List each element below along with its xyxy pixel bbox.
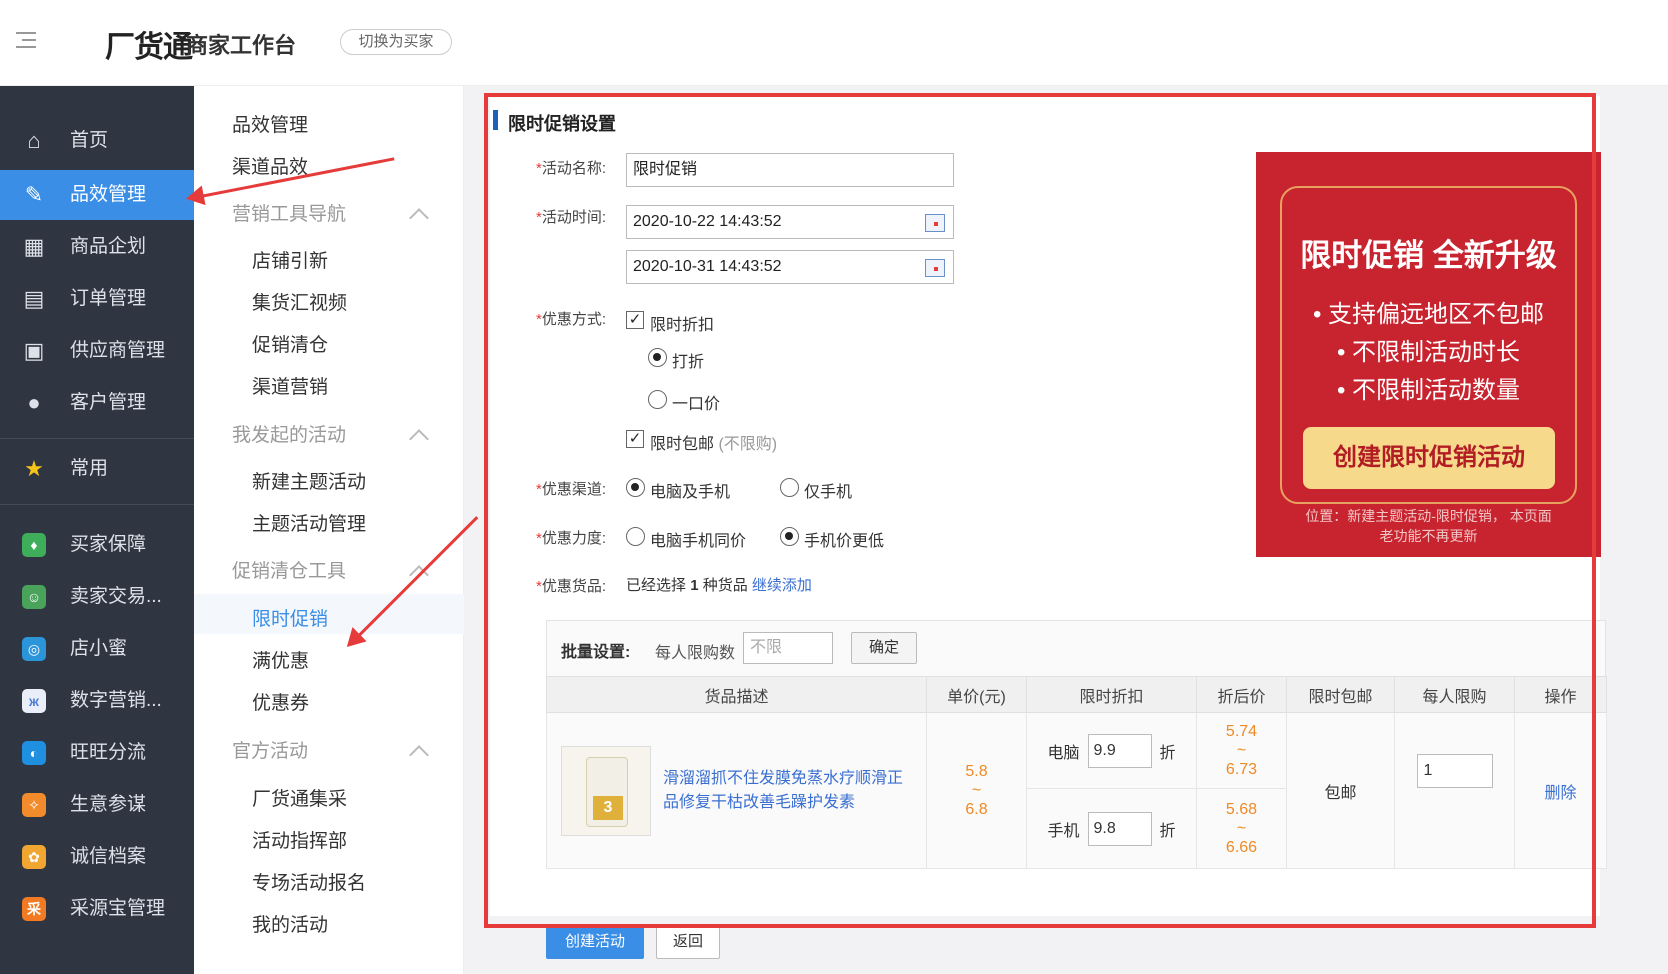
subnav-item-clearance[interactable]: 促销清仓	[252, 330, 328, 357]
switch-to-buyer-button[interactable]: 切换为买家	[340, 29, 452, 55]
brand-logo: 厂货通	[105, 31, 193, 64]
star-icon: ★	[24, 456, 44, 481]
chevron-up-icon[interactable]	[409, 745, 429, 765]
chevron-up-icon[interactable]	[409, 208, 429, 228]
subnav-item-coupon[interactable]: 优惠券	[252, 688, 309, 715]
calendar-icon: ▦	[23, 234, 45, 259]
subnav-item-full-discount[interactable]: 满优惠	[252, 646, 309, 673]
sidebar-item-product-planning[interactable]: ▦ 商品企划	[0, 222, 194, 272]
main-sidebar: ⌂ 首页 ✎ 品效管理 ▦ 商品企划 ▤ 订单管理 ▣ 供应商管理 ● 客户管理 ★ 常用 ♦…	[0, 86, 194, 974]
subnav-item-special-signup[interactable]: 专场活动报名	[252, 868, 366, 895]
subnav-item-command[interactable]: 活动指挥部	[252, 826, 347, 853]
sidebar-item-store-assistant[interactable]: ◎ 店小蜜	[0, 624, 194, 674]
clipboard-icon: ▤	[23, 286, 45, 311]
sidebar-item-customers[interactable]: ● 客户管理	[0, 378, 194, 428]
subnav-item-efficiency[interactable]: 品效管理	[232, 110, 308, 137]
sidebar-divider	[0, 504, 194, 505]
shield-app-icon: ♦	[22, 533, 46, 557]
sidebar-item-wangwang[interactable]: ◐ 旺旺分流	[0, 728, 194, 778]
archive-app-icon: ✿	[22, 845, 46, 869]
sidebar-item-credit-archive[interactable]: ✿ 诚信档案	[0, 832, 194, 882]
secondary-nav: 品效管理 渠道品效 营销工具导航 店铺引新 集货汇视频 促销清仓 渠道营销 我发…	[194, 86, 464, 974]
back-button[interactable]: 返回	[656, 925, 720, 959]
subnav-item-group-buy[interactable]: 厂货通集采	[252, 784, 347, 811]
subnav-group-my-activities[interactable]: 我发起的活动	[232, 420, 346, 447]
subnav-active-bg	[194, 594, 464, 634]
sidebar-item-favorites[interactable]: ★ 常用	[0, 444, 194, 494]
sidebar-item-digital-marketing[interactable]: ж 数字营销...	[0, 676, 194, 726]
seller-app-icon: ☺	[22, 585, 46, 609]
brand-subtitle: 商家工作台	[186, 33, 297, 58]
subnav-item-channel-marketing[interactable]: 渠道营销	[252, 372, 328, 399]
butterfly-app-icon: ж	[22, 689, 46, 713]
compass-app-icon: ✧	[22, 793, 46, 817]
subnav-item-new-theme[interactable]: 新建主题活动	[252, 467, 366, 494]
chat-app-icon: ◐	[22, 741, 46, 765]
create-activity-button[interactable]: 创建活动	[546, 925, 644, 959]
sidebar-item-caiyuanbao[interactable]: 采采源宝管理	[0, 884, 194, 934]
subnav-item-channel-efficiency[interactable]: 渠道品效	[232, 152, 308, 179]
cai-app-icon: 采	[22, 897, 46, 921]
sidebar-item-seller-trade[interactable]: ☺ 卖家交易...	[0, 572, 194, 622]
sidebar-item-orders[interactable]: ▤ 订单管理	[0, 274, 194, 324]
top-bar: 厂货通 商家工作台 切换为买家	[0, 0, 1668, 86]
contact-card-icon: ▣	[23, 338, 45, 363]
user-icon: ●	[27, 390, 41, 415]
subnav-group-marketing-tools[interactable]: 营销工具导航	[232, 199, 346, 226]
subnav-item-flash-sale[interactable]: 限时促销	[252, 604, 328, 631]
menu-collapse-icon[interactable]	[12, 28, 40, 52]
edit-chart-icon: ✎	[24, 182, 44, 207]
sidebar-item-product-efficiency[interactable]: ✎ 品效管理	[0, 170, 194, 220]
robot-app-icon: ◎	[22, 637, 46, 661]
subnav-item-theme-manage[interactable]: 主题活动管理	[252, 509, 366, 536]
sidebar-item-home[interactable]: ⌂ 首页	[0, 116, 194, 166]
subnav-group-official[interactable]: 官方活动	[232, 736, 308, 763]
chevron-up-icon[interactable]	[409, 429, 429, 449]
subnav-item-video[interactable]: 集货汇视频	[252, 288, 347, 315]
sidebar-item-buyer-protection[interactable]: ♦ 买家保障	[0, 520, 194, 570]
sidebar-item-business-advisor[interactable]: ✧ 生意参谋	[0, 780, 194, 830]
sidebar-item-suppliers[interactable]: ▣ 供应商管理	[0, 326, 194, 376]
subnav-item-store-attract[interactable]: 店铺引新	[252, 246, 328, 273]
sidebar-divider	[0, 438, 194, 439]
subnav-group-clearance-tools[interactable]: 促销清仓工具	[232, 556, 346, 583]
highlight-frame	[484, 93, 1596, 928]
subnav-item-my-activity[interactable]: 我的活动	[252, 910, 328, 937]
home-icon: ⌂	[27, 128, 41, 153]
